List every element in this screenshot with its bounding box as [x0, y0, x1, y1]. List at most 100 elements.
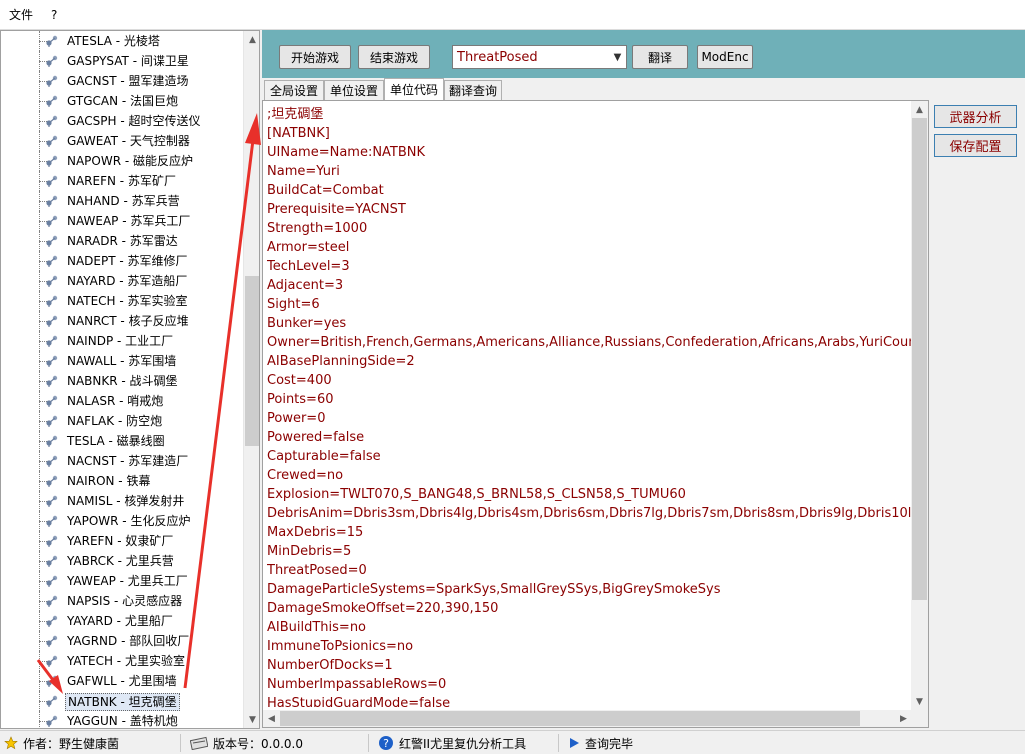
status-divider	[558, 734, 559, 752]
menu-file[interactable]: 文件	[0, 0, 42, 30]
tab-translation-query[interactable]: 翻译查询	[444, 80, 502, 100]
tree-item[interactable]: GAWEAT - 天气控制器	[1, 131, 243, 151]
tree-scrollbar[interactable]: ▲ ▼	[243, 31, 259, 728]
tree-item[interactable]: NAWEAP - 苏军兵工厂	[1, 211, 243, 231]
tree-node-icon	[46, 55, 58, 67]
code-text[interactable]: ;坦克碉堡 [NATBNK] UIName=Name:NATBNK Name=Yuri…	[267, 105, 912, 707]
scroll-down-icon[interactable]: ▼	[911, 693, 928, 710]
tab-global-settings[interactable]: 全局设置	[264, 80, 324, 100]
editor-horizontal-scrollbar[interactable]: ◀ ▶	[263, 710, 912, 727]
end-game-button[interactable]: 结束游戏	[358, 45, 430, 69]
tree-item[interactable]: GASPYSAT - 间谍卫星	[1, 51, 243, 71]
tree-item[interactable]: NAIRON - 铁幕	[1, 471, 243, 491]
tree-item[interactable]: YAPOWR - 生化反应炉	[1, 511, 243, 531]
tree-node-icon	[46, 695, 58, 707]
status-tool-name: ? 红警II尤里复仇分析工具	[378, 731, 526, 754]
chevron-down-icon[interactable]: ▼	[609, 46, 626, 68]
tree-item-label: GAWEAT - 天气控制器	[67, 134, 190, 148]
tree-node-icon	[46, 675, 58, 687]
code-line: AIBasePlanningSide=2	[267, 354, 415, 369]
code-line: Sight=6	[267, 297, 320, 312]
tree-item[interactable]: YATECH - 尤里实验室	[1, 651, 243, 671]
tree-item[interactable]: NADEPT - 苏军维修厂	[1, 251, 243, 271]
tree-item[interactable]: NAMISL - 核弹发射井	[1, 491, 243, 511]
tree-item[interactable]: NAHAND - 苏军兵营	[1, 191, 243, 211]
save-config-button[interactable]: 保存配置	[934, 134, 1017, 157]
tree-item[interactable]: GTGCAN - 法国巨炮	[1, 91, 243, 111]
code-line: DamageSmokeOffset=220,390,150	[267, 601, 499, 616]
tree-item[interactable]: NAREFN - 苏军矿厂	[1, 171, 243, 191]
tree-item[interactable]: NANRCT - 核子反应堆	[1, 311, 243, 331]
status-divider	[180, 734, 181, 752]
tree-item-label: NAREFN - 苏军矿厂	[67, 174, 176, 188]
tree-item[interactable]: NABNKR - 战斗碉堡	[1, 371, 243, 391]
tree-item[interactable]: YAGGUN - 盖特机炮	[1, 711, 243, 728]
tree-item-label: NATBNK - 坦克碉堡	[65, 693, 180, 711]
tree-node-icon	[46, 295, 58, 307]
tree-node-icon	[46, 455, 58, 467]
status-state: 查询完毕	[568, 731, 633, 754]
tree-item-label: NAIRON - 铁幕	[67, 474, 151, 488]
play-icon	[570, 738, 579, 748]
tree-item-label: NALASR - 哨戒炮	[67, 394, 164, 408]
tree-item-label: TESLA - 磁暴线圈	[67, 434, 165, 448]
tree-item[interactable]: TESLA - 磁暴线圈	[1, 431, 243, 451]
code-line: Capturable=false	[267, 449, 381, 464]
code-line: UIName=Name:NATBNK	[267, 145, 426, 160]
editor-vscroll-thumb[interactable]	[912, 118, 927, 600]
tree-node-icon	[46, 315, 58, 327]
start-game-button[interactable]: 开始游戏	[279, 45, 351, 69]
menu-help[interactable]: ?	[42, 0, 66, 30]
tree-node-icon	[46, 395, 58, 407]
tree-item[interactable]: NAYARD - 苏军造船厂	[1, 271, 243, 291]
scroll-up-icon[interactable]: ▲	[244, 31, 259, 48]
scroll-down-icon[interactable]: ▼	[244, 711, 259, 728]
tree-item-label: NAPSIS - 心灵感应器	[67, 594, 183, 608]
editor-vertical-scrollbar[interactable]: ▲ ▼	[911, 101, 928, 710]
tree-item[interactable]: NAINDP - 工业工厂	[1, 331, 243, 351]
scroll-right-icon[interactable]: ▶	[895, 710, 912, 727]
translate-button[interactable]: 翻译	[632, 45, 688, 69]
tree-scroll-thumb[interactable]	[245, 276, 259, 446]
tree-item[interactable]: GACSPH - 超时空传送仪	[1, 111, 243, 131]
code-line: TechLevel=3	[267, 259, 350, 274]
tree-node-icon	[46, 235, 58, 247]
tree-item[interactable]: NAWALL - 苏军围墙	[1, 351, 243, 371]
tree-item[interactable]: YABRCK - 尤里兵营	[1, 551, 243, 571]
tree-node-icon	[46, 75, 58, 87]
tree-item[interactable]: YAYARD - 尤里船厂	[1, 611, 243, 631]
scroll-left-icon[interactable]: ◀	[263, 710, 280, 727]
editor-hscroll-thumb[interactable]	[280, 711, 860, 726]
tree-item[interactable]: GAFWLL - 尤里围墙	[1, 671, 243, 691]
building-tree[interactable]: ATESLA - 光棱塔 GASPYSAT - 间谍卫星 GACNST - 盟军建造…	[0, 30, 260, 729]
code-editor[interactable]: ;坦克碉堡 [NATBNK] UIName=Name:NATBNK Name=Yuri…	[262, 100, 929, 728]
tree-item[interactable]: YAREFN - 奴隶矿厂	[1, 531, 243, 551]
tree-item[interactable]: YAGRND - 部队回收厂	[1, 631, 243, 651]
tree-item[interactable]: NATBNK - 坦克碉堡	[1, 691, 243, 711]
field-select[interactable]: ThreatPosed ▼	[452, 45, 627, 69]
tree-item-label: YABRCK - 尤里兵营	[67, 554, 174, 568]
modenc-button[interactable]: ModEnc	[697, 45, 753, 69]
tree-item[interactable]: GACNST - 盟军建造场	[1, 71, 243, 91]
tree-item[interactable]: NAPSIS - 心灵感应器	[1, 591, 243, 611]
tree-item-label: YAGRND - 部队回收厂	[67, 634, 190, 648]
tree-item[interactable]: ATESLA - 光棱塔	[1, 31, 243, 51]
tree-node-icon	[46, 175, 58, 187]
tree-item[interactable]: NATECH - 苏军实验室	[1, 291, 243, 311]
tree-item-label: NADEPT - 苏军维修厂	[67, 254, 188, 268]
tree-item-label: YAGGUN - 盖特机炮	[67, 714, 178, 728]
tree-item[interactable]: NAFLAK - 防空炮	[1, 411, 243, 431]
tree-node-icon	[46, 355, 58, 367]
tree-item-label: GASPYSAT - 间谍卫星	[67, 54, 189, 68]
tree-item[interactable]: NARADR - 苏军雷达	[1, 231, 243, 251]
tree-item-label: NAWALL - 苏军围墙	[67, 354, 177, 368]
code-line: [NATBNK]	[267, 126, 330, 141]
scroll-up-icon[interactable]: ▲	[911, 101, 928, 118]
tree-item[interactable]: NACNST - 苏军建造厂	[1, 451, 243, 471]
tree-item[interactable]: YAWEAP - 尤里兵工厂	[1, 571, 243, 591]
tab-unit-settings[interactable]: 单位设置	[324, 80, 384, 100]
tree-item[interactable]: NAPOWR - 磁能反应炉	[1, 151, 243, 171]
tab-unit-code[interactable]: 单位代码	[384, 78, 444, 100]
weapon-analysis-button[interactable]: 武器分析	[934, 105, 1017, 128]
tree-item[interactable]: NALASR - 哨戒炮	[1, 391, 243, 411]
